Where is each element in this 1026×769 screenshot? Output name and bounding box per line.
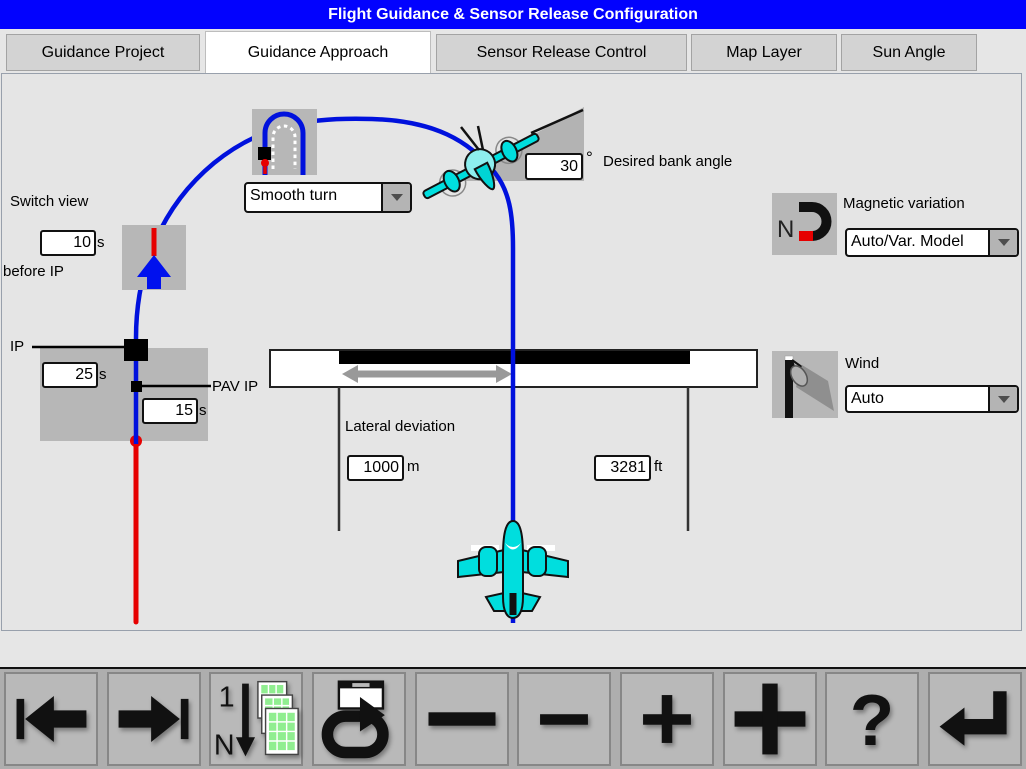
wind-dropdown-button[interactable] (988, 387, 1017, 411)
chevron-down-icon (391, 194, 403, 201)
chevron-down-icon (998, 239, 1010, 246)
help-glyph: ? (850, 680, 894, 761)
page-title: Flight Guidance & Sensor Release Configu… (328, 6, 698, 24)
flight-guidance-window: Flight Guidance & Sensor Release Configu… (0, 0, 1026, 769)
pav-ip-time-input[interactable] (142, 398, 198, 424)
tab-sun-angle[interactable]: Sun Angle (841, 34, 977, 71)
plus-large-icon (725, 674, 815, 764)
windsock-glyph (772, 351, 838, 418)
magnet-north-letter: N (777, 216, 794, 243)
decrease-large-button[interactable] (415, 672, 509, 766)
lateral-deviation-m-input[interactable] (347, 455, 404, 481)
lateral-deviation-m-unit: m (407, 458, 420, 475)
windsock-icon (772, 351, 838, 418)
table-cards-glyph (258, 682, 298, 755)
pav-ip-label: PAV IP (212, 378, 258, 395)
lateral-deviation-label: Lateral deviation (345, 418, 455, 435)
bottom-toolbar: 1 N (0, 667, 1026, 769)
magnet-icon: N (772, 193, 837, 255)
go-first-button[interactable] (4, 672, 98, 766)
go-last-button[interactable] (107, 672, 201, 766)
turn-pattern-icon (252, 109, 317, 175)
question-mark-icon: ? (827, 674, 917, 764)
ip-label: IP (10, 338, 24, 355)
enter-arrow-icon (930, 674, 1020, 764)
pav-ip-unit: s (199, 402, 207, 419)
tab-sensor-release-control[interactable]: Sensor Release Control (436, 34, 687, 71)
smooth-turn-icon (252, 109, 317, 175)
bank-angle-unit: ° (586, 148, 593, 168)
ip-time-input[interactable] (42, 362, 98, 388)
decrease-button[interactable] (517, 672, 611, 766)
wind-select[interactable]: Auto (845, 385, 1019, 413)
tab-map-layer[interactable]: Map Layer (691, 34, 837, 71)
magnet-glyph: N (772, 193, 837, 255)
plus-icon (622, 674, 712, 764)
tab-guidance-project[interactable]: Guidance Project (6, 34, 200, 71)
increase-button[interactable] (620, 672, 714, 766)
magnetic-variation-value: Auto/Var. Model (847, 230, 988, 255)
sort-1-to-n-icon: 1 N (211, 674, 301, 764)
sort-last-label: N (214, 729, 235, 761)
turn-mode-dropdown-button[interactable] (381, 184, 410, 211)
chevron-down-icon (998, 396, 1010, 403)
arrow-left-bar-icon (6, 674, 96, 764)
switch-view-arrow-icon (122, 225, 186, 290)
magnetic-variation-dropdown-button[interactable] (988, 230, 1017, 255)
minus-icon (519, 674, 609, 764)
enter-button[interactable] (928, 672, 1022, 766)
tab-guidance-approach[interactable]: Guidance Approach (205, 31, 431, 73)
minus-large-icon (417, 674, 507, 764)
arrow-right-bar-icon (109, 674, 199, 764)
magnetic-variation-label: Magnetic variation (843, 195, 965, 212)
ip-unit: s (99, 366, 107, 383)
wind-label: Wind (845, 355, 879, 372)
increase-large-button[interactable] (723, 672, 817, 766)
magnetic-variation-select[interactable]: Auto/Var. Model (845, 228, 1019, 257)
switch-view-icon (122, 225, 186, 290)
turn-mode-select[interactable]: Smooth turn (244, 182, 412, 213)
switch-view-label: Switch view (10, 193, 88, 210)
cycle-windows-button[interactable] (312, 672, 406, 766)
sort-first-label: 1 (219, 682, 235, 714)
lateral-deviation-ft-unit: ft (654, 458, 662, 475)
before-ip-label: before IP (3, 263, 64, 280)
switch-view-time-input[interactable] (40, 230, 96, 256)
lateral-deviation-ft-input[interactable] (594, 455, 651, 481)
sort-sequence-button[interactable]: 1 N (209, 672, 303, 766)
wind-value: Auto (847, 387, 988, 411)
bank-angle-input[interactable] (525, 153, 583, 180)
title-bar: Flight Guidance & Sensor Release Configu… (0, 0, 1026, 29)
turn-mode-value: Smooth turn (246, 184, 381, 211)
switch-view-unit: s (97, 234, 105, 251)
help-button[interactable]: ? (825, 672, 919, 766)
bank-angle-label: Desired bank angle (603, 153, 732, 170)
window-loop-icon (314, 674, 404, 764)
